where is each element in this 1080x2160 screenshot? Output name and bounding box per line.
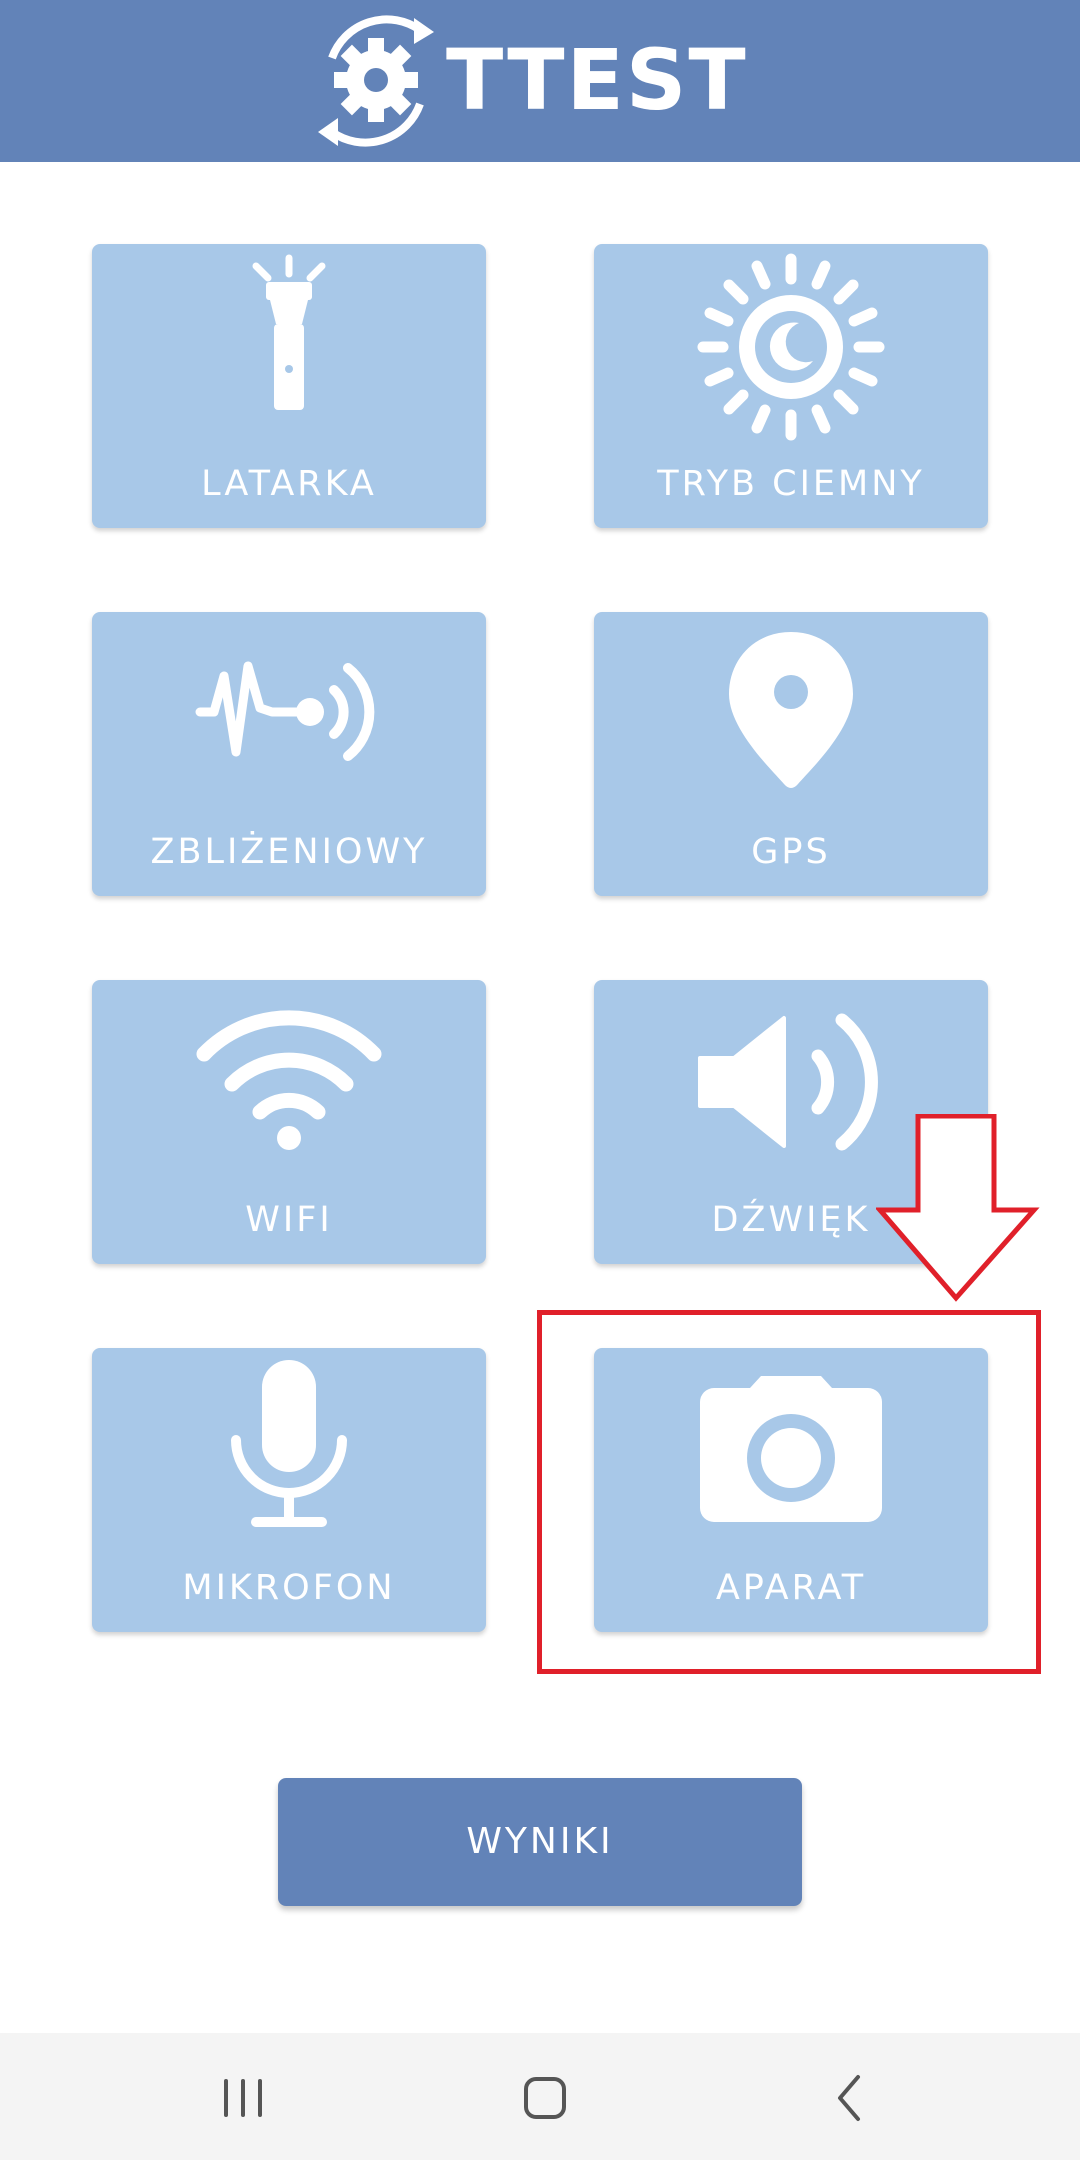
tile-label: LATARKA bbox=[201, 464, 377, 504]
app-logo: TTEST bbox=[296, 0, 796, 162]
highlight-box bbox=[537, 1310, 1041, 1674]
tile-gps[interactable]: GPS bbox=[594, 612, 988, 896]
system-nav-bar bbox=[0, 2033, 1080, 2160]
results-button[interactable]: WYNIKI bbox=[278, 1778, 802, 1906]
location-pin-icon bbox=[729, 632, 853, 788]
microphone-icon bbox=[231, 1360, 347, 1527]
tile-wifi[interactable]: WIFI bbox=[92, 980, 486, 1264]
home-icon[interactable] bbox=[510, 2063, 580, 2133]
tile-dark-mode[interactable]: TRYB CIEMNY bbox=[594, 244, 988, 528]
recent-apps-icon[interactable] bbox=[208, 2063, 278, 2133]
app-title: TTEST bbox=[446, 31, 748, 129]
gear-sync-icon bbox=[318, 15, 434, 147]
back-icon[interactable] bbox=[814, 2063, 884, 2133]
tile-microphone[interactable]: MIKROFON bbox=[92, 1348, 486, 1632]
dark-mode-icon bbox=[697, 253, 885, 441]
tile-label: MIKROFON bbox=[182, 1568, 396, 1608]
proximity-sensor-icon bbox=[195, 661, 375, 761]
flashlight-icon bbox=[252, 254, 326, 410]
tile-label: TRYB CIEMNY bbox=[657, 464, 925, 504]
tile-label: GPS bbox=[751, 832, 831, 872]
tile-proximity[interactable]: ZBLIŻENIOWY bbox=[92, 612, 486, 896]
tile-label: ZBLIŻENIOWY bbox=[150, 832, 428, 872]
arrow-down-icon bbox=[876, 1114, 1040, 1302]
tile-flashlight[interactable]: LATARKA bbox=[92, 244, 486, 528]
wifi-icon bbox=[196, 1010, 382, 1150]
tile-label: WIFI bbox=[245, 1200, 333, 1240]
app-header: TTEST bbox=[0, 0, 1080, 162]
